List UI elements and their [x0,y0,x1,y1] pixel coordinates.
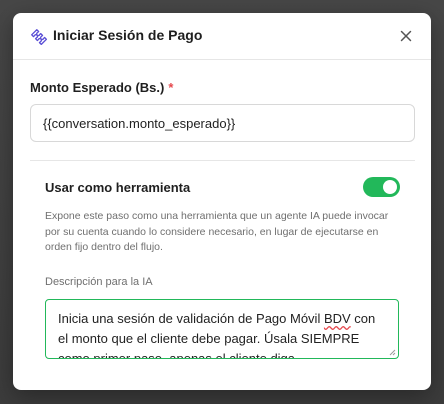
use-as-tool-toggle[interactable] [363,177,400,197]
ai-description-label: Descripción para la IA [45,276,153,288]
section-divider [30,160,415,161]
spellcheck-flagged-word: BDV [323,311,351,326]
tool-help-text: Expone este paso como una herramienta qu… [45,210,389,253]
toggle-knob [383,180,397,194]
payment-session-dialog: Iniciar Sesión de Pago Monto Esperado (B… [13,13,431,390]
use-as-tool-label: Usar como herramienta [45,180,191,195]
dialog-title: Iniciar Sesión de Pago [53,27,203,43]
puzzle-icon [31,29,47,45]
description-text-start: Inicia una sesión de validación de Pago … [58,311,324,326]
dialog-header: Iniciar Sesión de Pago [13,13,431,60]
required-marker: * [168,80,174,95]
close-icon[interactable] [397,27,415,45]
resize-grip-icon[interactable] [389,349,396,356]
amount-field-label: Monto Esperado (Bs.) * [30,80,173,95]
amount-input[interactable] [30,104,415,142]
ai-description-textarea[interactable]: Inicia una sesión de validación de Pago … [45,299,399,359]
amount-label-text: Monto Esperado (Bs.) [30,80,165,95]
